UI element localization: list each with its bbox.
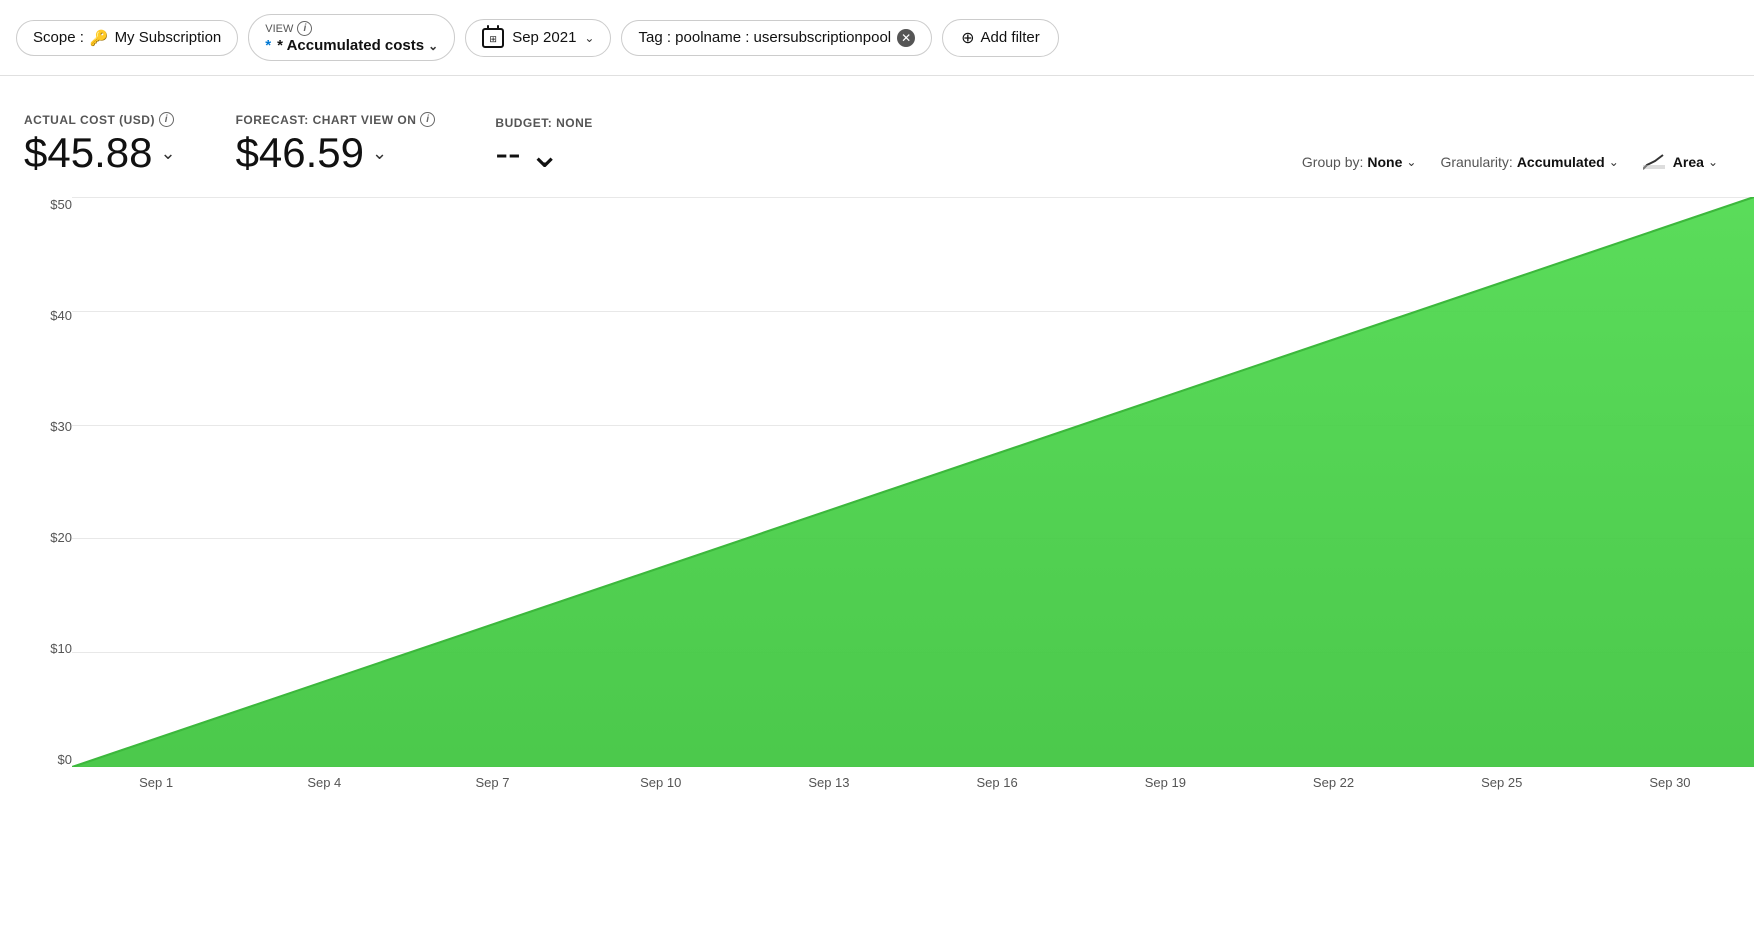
forecast-caret[interactable]: ⌄ (372, 143, 387, 164)
tag-remove-button[interactable]: ✕ (897, 29, 915, 47)
view-selector[interactable]: VIEW i * * Accumulated costs ⌄ (248, 14, 455, 61)
add-filter-button[interactable]: ⊕ Add filter (942, 19, 1059, 57)
x-label-sep22: Sep 22 (1249, 775, 1417, 790)
budget-value: -- ⌄ (495, 132, 592, 177)
x-label-sep25: Sep 25 (1418, 775, 1586, 790)
group-by-chevron-icon: ⌄ (1406, 155, 1416, 169)
group-by-selector[interactable]: Group by: None ⌄ (1290, 148, 1429, 176)
granularity-chevron-icon: ⌄ (1609, 155, 1619, 169)
scope-name-label: My Subscription (115, 29, 222, 46)
granularity-value: Accumulated (1517, 154, 1605, 170)
actual-cost-info-icon[interactable]: i (159, 112, 174, 127)
chart-plot: Sep 1 Sep 4 Sep 7 Sep 10 Sep 13 Sep 16 S… (72, 187, 1754, 807)
y-axis: $0 $10 $20 $30 $40 $50 (0, 187, 72, 807)
calendar-icon: ⊞ (482, 28, 504, 48)
date-label: Sep 2021 (512, 29, 576, 46)
forecast-label: FORECAST: CHART VIEW ON i (236, 112, 436, 127)
add-filter-icon: ⊕ (961, 28, 974, 48)
chart-container: $0 $10 $20 $30 $40 $50 (0, 187, 1754, 807)
x-label-sep19: Sep 19 (1081, 775, 1249, 790)
actual-cost-block: ACTUAL COST (USD) i $45.88 ⌄ (24, 112, 176, 177)
area-chart-svg (72, 197, 1754, 767)
scope-button[interactable]: Scope : 🔑 My Subscription (16, 20, 238, 56)
view-info-icon[interactable]: i (297, 21, 312, 36)
x-label-sep7: Sep 7 (408, 775, 576, 790)
tag-filter: Tag : poolname : usersubscriptionpool ✕ (621, 20, 932, 56)
x-label-sep4: Sep 4 (240, 775, 408, 790)
y-label-40: $40 (20, 308, 72, 323)
budget-caret[interactable]: ⌄ (529, 132, 561, 177)
y-label-30: $30 (20, 419, 72, 434)
toolbar: Scope : 🔑 My Subscription VIEW i * * Acc… (0, 0, 1754, 76)
scope-prefix-label: Scope : (33, 29, 84, 46)
chart-inner: $0 $10 $20 $30 $40 $50 (0, 187, 1754, 807)
y-label-20: $20 (20, 530, 72, 545)
budget-block: BUDGET: NONE -- ⌄ (495, 116, 592, 177)
x-label-sep16: Sep 16 (913, 775, 1081, 790)
budget-label: BUDGET: NONE (495, 116, 592, 130)
y-label-0: $0 (20, 752, 72, 767)
forecast-value: $46.59 ⌄ (236, 129, 436, 177)
x-label-sep30: Sep 30 (1586, 775, 1754, 790)
date-chevron-icon: ⌄ (584, 31, 594, 45)
granularity-label: Granularity: (1440, 154, 1512, 170)
forecast-info-icon[interactable]: i (420, 112, 435, 127)
actual-cost-value: $45.88 ⌄ (24, 129, 176, 177)
x-label-sep1: Sep 1 (72, 775, 240, 790)
x-label-sep10: Sep 10 (577, 775, 745, 790)
view-value-label: * * Accumulated costs ⌄ (265, 37, 438, 54)
chart-type-chevron-icon: ⌄ (1708, 155, 1718, 169)
y-label-50: $50 (20, 197, 72, 212)
area-chart-icon (1643, 153, 1665, 171)
x-axis: Sep 1 Sep 4 Sep 7 Sep 10 Sep 13 Sep 16 S… (72, 767, 1754, 807)
date-selector[interactable]: ⊞ Sep 2021 ⌄ (465, 19, 611, 57)
granularity-selector[interactable]: Granularity: Accumulated ⌄ (1428, 148, 1630, 176)
scope-key-icon: 🔑 (90, 29, 109, 47)
forecast-block: FORECAST: CHART VIEW ON i $46.59 ⌄ (236, 112, 436, 177)
actual-cost-label: ACTUAL COST (USD) i (24, 112, 176, 127)
group-by-label: Group by: (1302, 154, 1363, 170)
x-label-sep13: Sep 13 (745, 775, 913, 790)
y-label-10: $10 (20, 641, 72, 656)
chart-type-selector[interactable]: Area ⌄ (1631, 147, 1730, 177)
group-by-value: None (1367, 154, 1402, 170)
actual-cost-caret[interactable]: ⌄ (160, 143, 175, 164)
add-filter-label: Add filter (981, 29, 1040, 46)
tag-label: Tag : poolname : usersubscriptionpool (638, 29, 891, 46)
view-label: VIEW i (265, 21, 312, 36)
chart-type-value: Area (1673, 154, 1704, 170)
